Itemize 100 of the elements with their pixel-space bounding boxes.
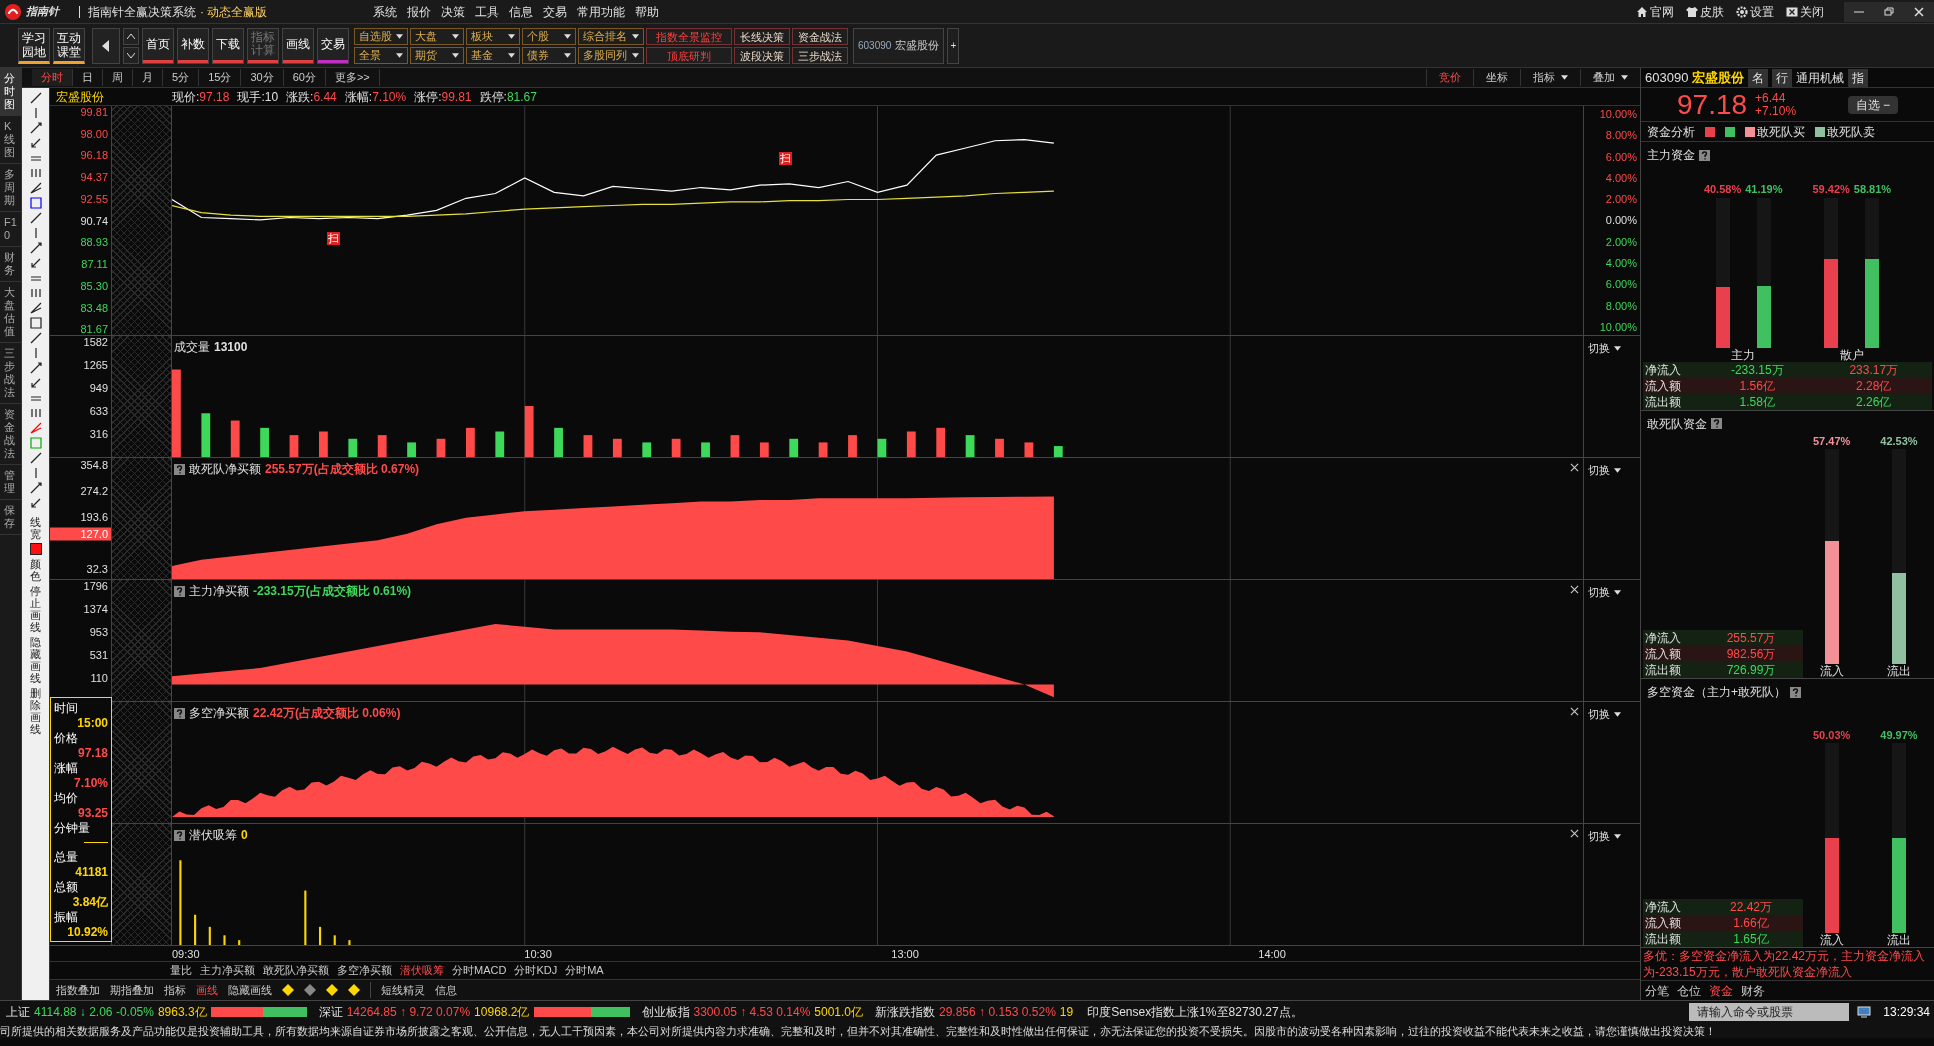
drawing-tool-icon[interactable] [29, 317, 42, 329]
side-tab[interactable]: K线图 [0, 116, 21, 164]
switch-dropdown[interactable]: 切换 [1588, 340, 1621, 357]
menu-button[interactable]: 波段决策 [734, 46, 790, 64]
course-button[interactable]: 互动课堂 [53, 27, 85, 64]
bottom-tool[interactable]: 指标 [164, 981, 186, 999]
menu-dropdown[interactable]: 综合排名 [578, 27, 644, 45]
switch-dropdown[interactable]: 切换 [1588, 462, 1621, 479]
close-icon[interactable] [1570, 463, 1579, 472]
period-tab[interactable]: 30分 [241, 69, 284, 86]
panel-tab[interactable]: 财务 [1741, 981, 1765, 1000]
panel-tab[interactable]: 资金 [1709, 981, 1733, 1000]
period-tab[interactable]: 分时 [32, 69, 73, 86]
drawing-action[interactable]: 隐藏画线 [30, 636, 41, 684]
toolbar-button[interactable]: 下载 [212, 27, 244, 64]
drawing-tool-icon[interactable] [29, 497, 42, 509]
menu-dropdown[interactable]: 自选股 [354, 27, 408, 45]
period-tab[interactable]: 5分 [163, 69, 200, 86]
toolbar-button[interactable]: 画线 [282, 27, 314, 64]
tag-button[interactable]: 行 [1772, 68, 1793, 87]
menu-item[interactable]: 帮助 [635, 2, 660, 21]
chart-tool-tab[interactable]: 坐标 [1473, 69, 1520, 86]
menu-dropdown[interactable]: 个股 [522, 27, 576, 45]
menu-button[interactable]: 长线决策 [734, 27, 790, 45]
diamond-icon[interactable] [326, 984, 338, 996]
side-tab[interactable]: F10 [0, 212, 21, 247]
header-link[interactable]: 官网 [1650, 2, 1674, 21]
menu-dropdown[interactable]: 板块 [466, 27, 520, 45]
bottom-tool[interactable]: 信息 [435, 981, 457, 999]
bottom-tool[interactable]: 画线 [196, 981, 218, 999]
header-link[interactable]: 设置 [1750, 2, 1774, 21]
chart-tool-tab[interactable]: 竞价 [1426, 69, 1473, 86]
menu-item[interactable]: 信息 [509, 2, 534, 21]
toolbar-button[interactable]: 首页 [142, 27, 174, 64]
indicator-tab[interactable]: 分时KDJ [514, 962, 558, 979]
menu-dropdown[interactable]: 多股同列 [578, 46, 644, 64]
help-icon[interactable] [174, 585, 185, 597]
drawing-tool-icon[interactable] [29, 182, 42, 194]
indicator-tab[interactable]: 潜伏吸筹 [400, 962, 444, 979]
menu-dropdown[interactable]: 债券 [522, 46, 576, 64]
side-tab[interactable]: 保存 [0, 500, 21, 535]
header-link[interactable]: 皮肤 [1700, 2, 1724, 21]
bottom-tool[interactable]: 隐藏画线 [228, 981, 272, 999]
toolbar-button[interactable]: 交易 [317, 27, 349, 64]
menu-dropdown[interactable]: 大盘 [410, 27, 464, 45]
indicator-tab[interactable]: 敢死队净买额 [263, 962, 329, 979]
drawing-tool-icon[interactable] [29, 92, 42, 104]
menu-dropdown[interactable]: 全景 [354, 46, 408, 64]
menu-button[interactable]: 三步战法 [792, 46, 848, 64]
switch-dropdown[interactable]: 切换 [1588, 828, 1621, 845]
side-tab[interactable]: 管理 [0, 465, 21, 500]
side-tab[interactable]: 财务 [0, 247, 21, 282]
color-swatch[interactable] [29, 543, 42, 555]
line-width-label[interactable]: 线宽 [30, 516, 41, 540]
help-icon[interactable] [174, 707, 185, 719]
period-tab[interactable]: 日 [73, 69, 103, 86]
menu-item[interactable]: 决策 [441, 2, 466, 21]
watchlist-button[interactable]: 自选 − [1847, 95, 1898, 114]
add-button[interactable]: + [947, 27, 960, 64]
close-icon[interactable] [1570, 829, 1579, 838]
back-button[interactable] [92, 27, 120, 64]
indicator-tab[interactable]: 量比 [170, 962, 192, 979]
menu-item[interactable]: 报价 [407, 2, 432, 21]
drawing-tool-icon[interactable] [29, 362, 42, 374]
tag-button[interactable]: 名 [1748, 68, 1769, 87]
help-icon[interactable] [1790, 686, 1801, 698]
stock-selector[interactable]: 603090 宏盛股份 [853, 27, 945, 64]
minimize-button[interactable] [1844, 1, 1874, 22]
drawing-tool-icon[interactable] [29, 122, 42, 134]
drawing-action[interactable]: 停止画线 [30, 585, 41, 633]
menu-button[interactable]: 指数全景监控 [646, 27, 732, 45]
drawing-tool-icon[interactable] [29, 452, 42, 464]
drawing-tool-icon[interactable] [29, 302, 42, 314]
news-ticker[interactable]: 印度Sensex指数上涨1%至82730.27点。 [1087, 1002, 1690, 1021]
side-tab[interactable]: 多周期 [0, 164, 21, 212]
toolbar-button[interactable]: 补数 [177, 27, 209, 64]
diamond-icon[interactable] [348, 984, 360, 996]
drawing-tool-icon[interactable] [29, 212, 42, 224]
scroll-down-button[interactable] [123, 46, 139, 64]
indicator-tab[interactable]: 多空净买额 [337, 962, 392, 979]
help-icon[interactable] [1699, 149, 1710, 161]
tag-button[interactable]: 指 [1848, 68, 1869, 87]
menu-item[interactable]: 交易 [543, 2, 568, 21]
switch-dropdown[interactable]: 切换 [1588, 706, 1621, 723]
chart-tool-tab[interactable]: 指标 [1520, 69, 1580, 86]
bottom-tool[interactable]: 指数叠加 [56, 981, 100, 999]
close-icon[interactable] [1570, 585, 1579, 594]
course-button[interactable]: 学习园地 [18, 27, 50, 64]
period-tab[interactable]: 15分 [199, 69, 242, 86]
panel-tab[interactable]: 分笔 [1645, 981, 1669, 1000]
monitor-icon[interactable] [1857, 1005, 1872, 1018]
menu-item[interactable]: 常用功能 [577, 2, 626, 21]
drawing-tool-icon[interactable] [29, 242, 42, 254]
drawing-tool-icon[interactable] [29, 377, 42, 389]
side-tab[interactable]: 分时图 [0, 68, 21, 116]
period-tab[interactable]: 更多>> [325, 69, 380, 86]
menu-button[interactable]: 顶底研判 [646, 46, 732, 64]
menu-item[interactable]: 系统 [373, 2, 398, 21]
side-tab[interactable]: 三步战法 [0, 343, 21, 404]
color-label[interactable]: 颜色 [30, 558, 41, 582]
